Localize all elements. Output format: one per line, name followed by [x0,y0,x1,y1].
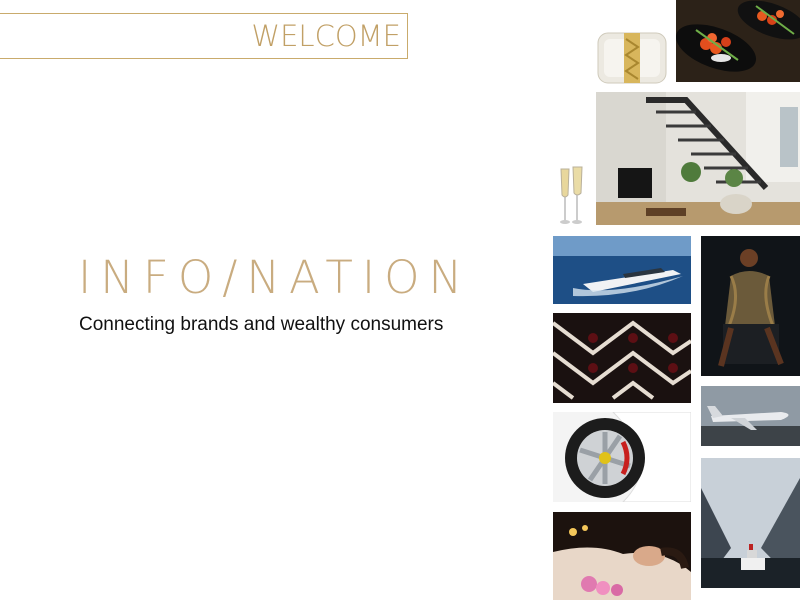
luxury-interior-image [596,92,800,225]
fjord-cruise-ship-image [701,458,800,588]
welcome-label: WELCOME [251,19,401,53]
speed-yacht-image [553,236,691,304]
sports-car-wheel-image [553,412,691,502]
welcome-banner: WELCOME [0,13,408,59]
tagline: Connecting brands and wealthy consumers [79,314,444,335]
spa-relaxation-image [553,512,691,600]
brand-name: INFO/NATION [78,251,472,304]
private-jet-image [701,386,800,446]
caviar-appetizer-image [676,0,800,82]
fashion-model-image [701,236,800,376]
clutch-bag-image [596,29,668,87]
wine-rack-image [553,313,691,403]
champagne-glasses-image [557,165,587,227]
